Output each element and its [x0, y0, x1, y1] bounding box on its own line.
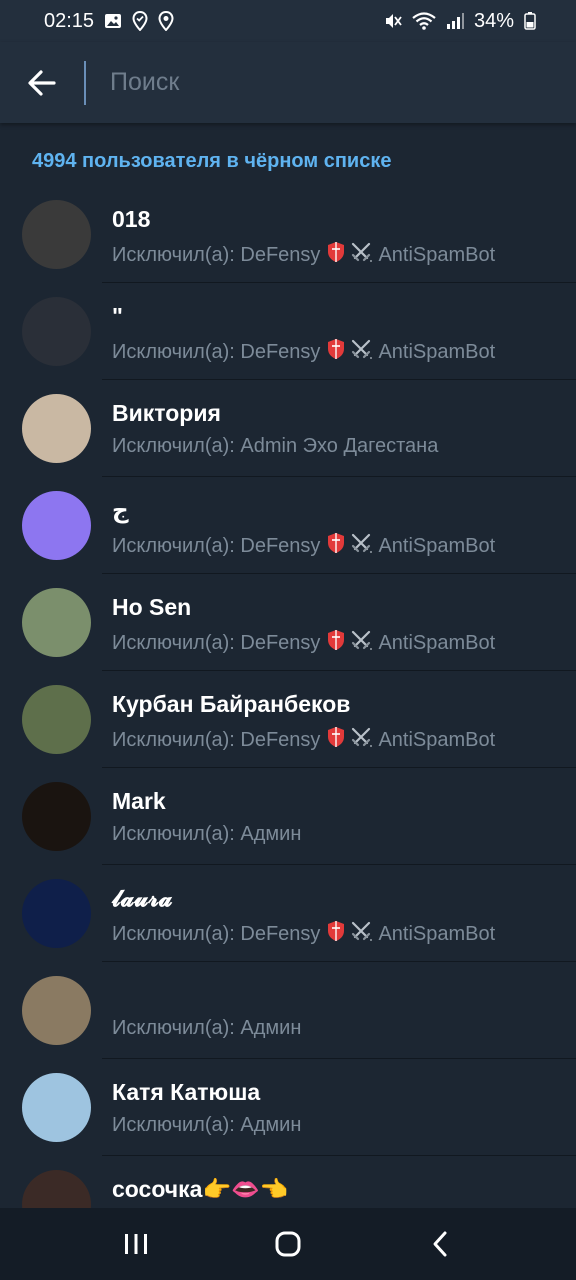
removed-by-line: Исключил(а): Админ — [112, 1114, 301, 1137]
blocked-users-list: 018 Исключил(а): DeFensy AntiSpamBot " Исклю… — [0, 186, 576, 1253]
system-nav-bar — [0, 1208, 576, 1280]
battery-icon — [524, 12, 536, 30]
back-button[interactable] — [0, 42, 84, 123]
battery-percent: 34% — [473, 9, 514, 32]
shield-icon — [326, 532, 346, 560]
user-avatar — [22, 685, 91, 754]
removed-by-line: Исключил(а): Админ — [112, 823, 301, 846]
recent-apps-icon — [125, 1234, 147, 1254]
bot-name: AntiSpamBot — [378, 728, 496, 751]
user-avatar — [22, 976, 91, 1045]
removed-by-label: Исключил(а): Админ — [112, 823, 302, 845]
removed-by-label: Исключил(а): Admin Эхо Дагестана — [112, 435, 439, 457]
shield-icon — [326, 726, 346, 754]
bot-name: AntiSpamBot — [378, 922, 496, 945]
status-right: 34% — [384, 10, 536, 33]
chevron-left-icon — [433, 1231, 447, 1257]
removed-by-line: Исключил(а): DeFensy AntiSpamBot — [112, 241, 495, 269]
wifi-icon — [412, 12, 436, 30]
recent-apps-button[interactable] — [106, 1214, 166, 1274]
user-name: сосочка👉👄👈 — [112, 1176, 289, 1202]
user-name: Mark — [112, 788, 166, 814]
user-avatar — [22, 200, 91, 269]
user-name: Курбан Байранбеков — [112, 691, 351, 717]
user-name: Катя Катюша — [112, 1079, 261, 1105]
removed-by-label: Исключил(а): Админ — [112, 1017, 302, 1039]
user-name: ج — [112, 497, 129, 523]
user-name: 𝓵𝓪𝓾𝓻𝓪 — [112, 885, 173, 911]
user-avatar — [22, 297, 91, 366]
crossed-swords-icon — [350, 921, 373, 947]
mute-icon — [384, 12, 402, 30]
blocked-user-row[interactable]: " Исключил(а): DeFensy AntiSpamBot — [0, 283, 576, 380]
crossed-swords-icon — [350, 630, 373, 656]
search-wrap — [84, 42, 576, 123]
bot-name: AntiSpamBot — [378, 534, 496, 557]
user-name: Ho Sen — [112, 594, 192, 620]
blocked-user-row[interactable]: 𝓵𝓪𝓾𝓻𝓪 Исключил(а): DeFensy AntiSpamBot — [0, 865, 576, 962]
system-back-button[interactable] — [410, 1214, 470, 1274]
removed-by-line: Исключил(а): Admin Эхо Дагестана — [112, 435, 438, 458]
arrow-left-icon — [28, 69, 56, 96]
blocked-user-row[interactable]: 018 Исключил(а): DeFensy AntiSpamBot — [0, 186, 576, 283]
blocked-user-row[interactable]: Ho Sen Исключил(а): DeFensy AntiSpamBot — [0, 574, 576, 671]
crossed-swords-icon — [350, 727, 373, 753]
removed-by-label: Исключил(а): DeFensy — [112, 631, 321, 654]
bot-name: AntiSpamBot — [378, 631, 496, 654]
user-avatar — [22, 394, 91, 463]
shield-icon — [326, 241, 346, 269]
user-avatar — [22, 491, 91, 560]
search-header — [0, 42, 576, 123]
crossed-swords-icon — [350, 242, 373, 268]
status-time: 02:15 — [44, 9, 95, 32]
blocked-user-row[interactable]: Виктория Исключил(а): Admin Эхо Дагестана — [0, 380, 576, 477]
blacklist-count-header: 4994 пользователя в чёрном списке — [32, 150, 392, 172]
shield-icon — [326, 629, 346, 657]
status-left: 02:15 — [44, 10, 174, 33]
blocked-user-row[interactable]: Катя Катюша Исключил(а): Админ — [0, 1059, 576, 1156]
location-check-icon — [132, 11, 148, 31]
blocked-user-row[interactable]: Исключил(а): Админ — [0, 962, 576, 1059]
removed-by-line: Исключил(а): Админ — [112, 1017, 301, 1040]
signal-icon — [446, 12, 464, 30]
user-avatar — [22, 782, 91, 851]
user-avatar — [22, 588, 91, 657]
bot-name: AntiSpamBot — [378, 243, 496, 266]
home-button[interactable] — [258, 1214, 318, 1274]
blocked-user-row[interactable]: ج Исключил(а): DeFensy AntiSpamBot — [0, 477, 576, 574]
removed-by-label: Исключил(а): DeFensy — [112, 243, 321, 266]
removed-by-label: Исключил(а): DeFensy — [112, 922, 321, 945]
status-bar: 02:15 34% — [0, 0, 576, 42]
user-avatar — [22, 879, 91, 948]
user-avatar — [22, 1073, 91, 1142]
removed-by-line: Исключил(а): DeFensy AntiSpamBot — [112, 338, 495, 366]
shield-icon — [326, 920, 346, 948]
removed-by-line: Исключил(а): DeFensy AntiSpamBot — [112, 726, 495, 754]
removed-by-label: Исключил(а): DeFensy — [112, 534, 321, 557]
search-input[interactable] — [84, 60, 524, 105]
blocked-user-row[interactable]: Mark Исключил(а): Админ — [0, 768, 576, 865]
bot-name: AntiSpamBot — [378, 340, 496, 363]
home-icon — [275, 1231, 301, 1257]
removed-by-line: Исключил(а): DeFensy AntiSpamBot — [112, 920, 495, 948]
removed-by-label: Исключил(а): Админ — [112, 1114, 302, 1136]
location-icon — [158, 11, 174, 31]
removed-by-label: Исключил(а): DeFensy — [112, 728, 321, 751]
removed-by-label: Исключил(а): DeFensy — [112, 340, 321, 363]
image-icon — [104, 12, 122, 30]
user-name: " — [112, 303, 123, 329]
removed-by-line: Исключил(а): DeFensy AntiSpamBot — [112, 629, 495, 657]
shield-icon — [326, 338, 346, 366]
crossed-swords-icon — [350, 339, 373, 365]
user-name: Виктория — [112, 400, 221, 426]
user-name: 018 — [112, 206, 151, 232]
crossed-swords-icon — [350, 533, 373, 559]
removed-by-line: Исключил(а): DeFensy AntiSpamBot — [112, 532, 495, 560]
blocked-user-row[interactable]: Курбан Байранбеков Исключил(а): DeFensy An… — [0, 671, 576, 768]
